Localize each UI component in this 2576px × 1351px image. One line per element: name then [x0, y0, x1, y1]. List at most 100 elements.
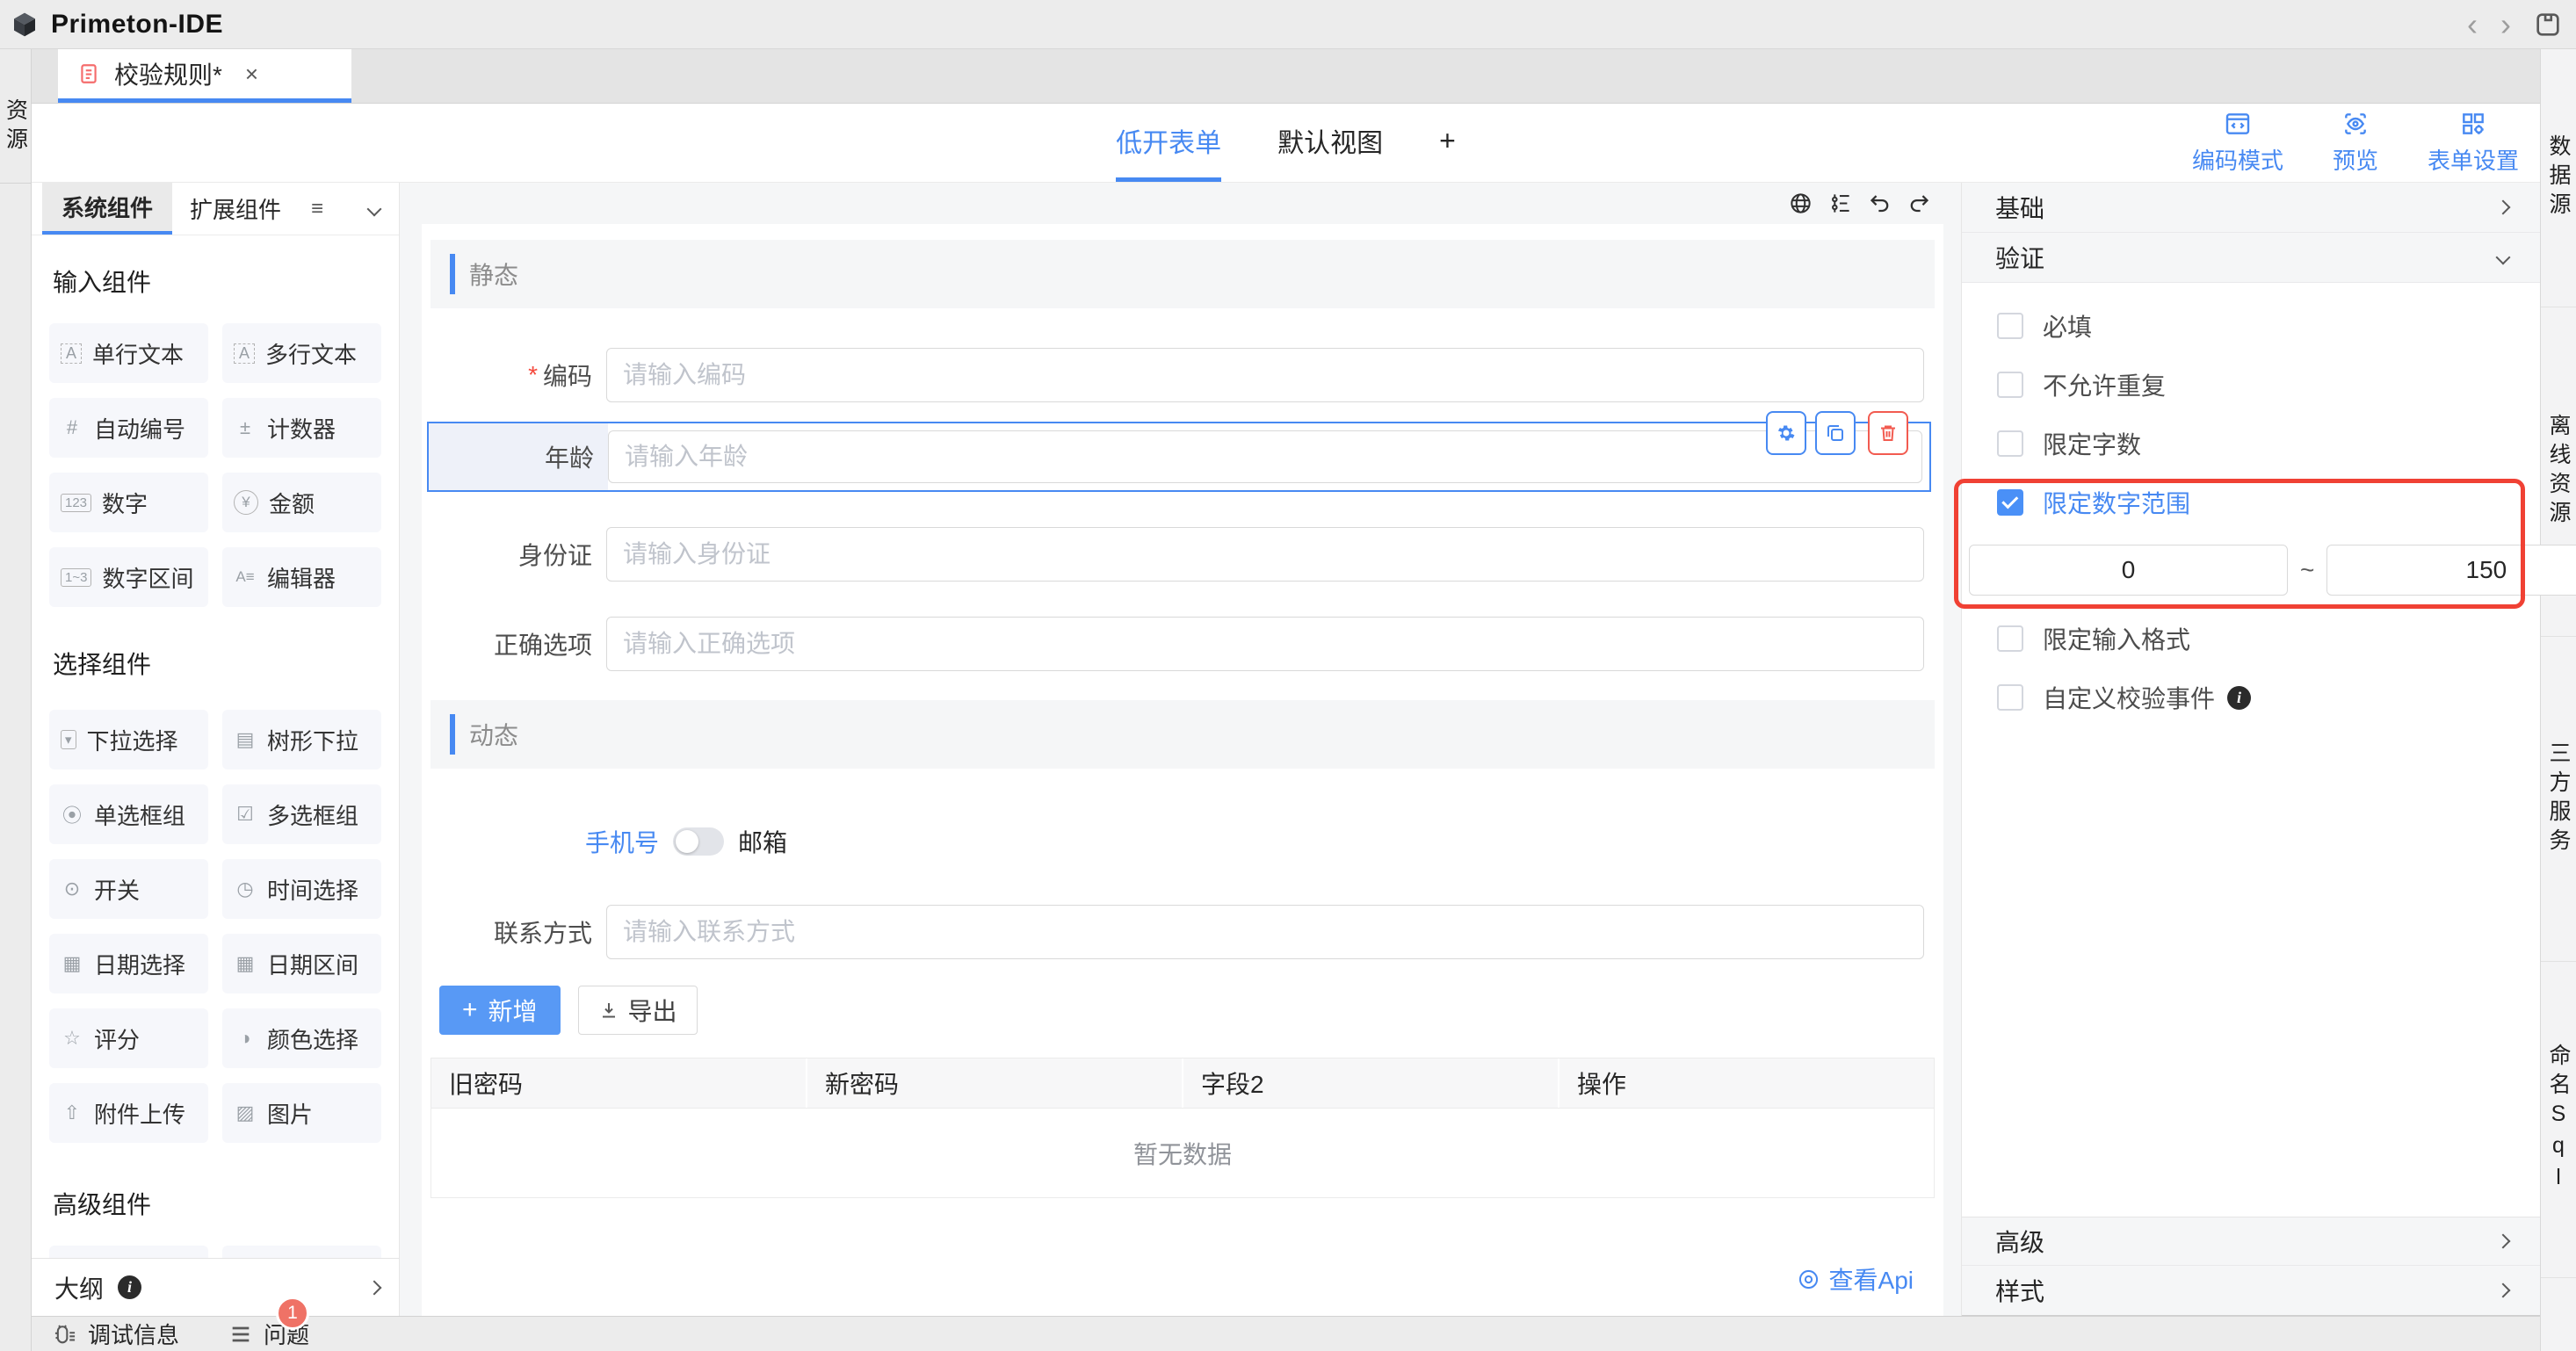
checkbox-checked-icon[interactable] — [1997, 489, 2023, 516]
dock-item-named-sql[interactable]: 命名Sql — [2541, 962, 2576, 1278]
age-input[interactable] — [608, 430, 1922, 483]
code-input[interactable] — [606, 348, 1924, 402]
tab-extension-components[interactable]: 扩展组件 — [172, 183, 299, 235]
field-row-contact[interactable]: 联系方式 — [448, 905, 1924, 959]
component-menu-icon[interactable]: ≡ — [311, 197, 323, 221]
preview-button[interactable]: 预览 — [2333, 110, 2378, 176]
phone-email-toggle[interactable] — [673, 827, 724, 856]
form-settings-button[interactable]: 表单设置 — [2428, 110, 2519, 176]
dock-item-third-party-services[interactable]: 三方服务 — [2541, 637, 2576, 962]
form-card: 静态 *编码 年龄 身份证 正确选项 动态 — [422, 224, 1943, 1316]
component-org-select[interactable]: 品机构选择 — [222, 1246, 381, 1258]
component-attachment-upload[interactable]: ⇧附件上传 — [49, 1083, 208, 1143]
checkbox-icon[interactable] — [1997, 313, 2023, 339]
toggle-option-email[interactable]: 邮箱 — [738, 824, 787, 859]
component-date-range[interactable]: ▦日期区间 — [222, 934, 381, 993]
problems-count-badge[interactable]: 1 — [276, 1297, 309, 1330]
field-row-age-selected[interactable]: 年龄 — [427, 422, 1931, 492]
checkbox-icon[interactable] — [1997, 625, 2023, 652]
checkbox-icon[interactable] — [1997, 684, 2023, 711]
field-copy-button[interactable] — [1815, 411, 1856, 455]
contact-input[interactable] — [606, 905, 1924, 959]
correct-option-input[interactable] — [606, 617, 1924, 671]
save-icon[interactable] — [2534, 11, 2562, 39]
export-button[interactable]: 导出 — [578, 986, 698, 1035]
chevron-right-icon — [2496, 200, 2511, 215]
canvas-toolbar — [400, 183, 1961, 224]
image-icon: ▨ — [234, 1102, 257, 1124]
add-view-button[interactable]: + — [1439, 104, 1456, 182]
component-checkbox-group[interactable]: ☑多选框组 — [222, 784, 381, 844]
field-delete-button[interactable] — [1868, 411, 1908, 455]
checkbox-limit-input-format[interactable]: 限定输入格式 — [1997, 621, 2540, 656]
dock-item-datasource[interactable]: 数据源 — [2541, 49, 2576, 307]
dock-item-resources[interactable]: 资源 — [0, 49, 31, 184]
undo-icon[interactable] — [1868, 191, 1892, 215]
component-editor[interactable]: A≡编辑器 — [222, 547, 381, 607]
component-multi-line-text[interactable]: A多行文本 — [222, 323, 381, 383]
component-radio-group[interactable]: ⦿单选框组 — [49, 784, 208, 844]
component-auto-number[interactable]: #自动编号 — [49, 398, 208, 458]
field-row-code[interactable]: *编码 — [448, 348, 1924, 402]
checkbox-limit-number-range[interactable]: 限定数字范围 — [1997, 485, 2540, 520]
component-number-range[interactable]: 1~3数字区间 — [49, 547, 208, 607]
range-min-input[interactable] — [1969, 545, 2288, 596]
tab-close-icon[interactable]: × — [245, 61, 258, 88]
panel-section-basic[interactable]: 基础 — [1962, 183, 2540, 233]
number-icon: 123 — [61, 494, 91, 512]
field-row-idcard[interactable]: 身份证 — [448, 527, 1924, 582]
field-label-text: 编码 — [543, 358, 592, 393]
section-static[interactable]: 静态 — [431, 240, 1935, 308]
checkbox-icon[interactable] — [1997, 430, 2023, 457]
collapse-chevron-icon[interactable] — [367, 201, 382, 216]
sub-table: 旧密码 新密码 字段2 操作 暂无数据 — [431, 1058, 1935, 1198]
panel-section-style[interactable]: 样式 — [1962, 1266, 2540, 1316]
tab-system-components[interactable]: 系统组件 — [42, 183, 172, 235]
panel-section-label: 验证 — [1995, 240, 2044, 275]
add-row-button[interactable]: +新增 — [439, 986, 561, 1035]
redo-icon[interactable] — [1907, 191, 1931, 215]
tab-default-view[interactable]: 默认视图 — [1277, 104, 1383, 182]
code-mode-button[interactable]: 编码模式 — [2192, 110, 2283, 176]
panel-section-advanced[interactable]: 高级 — [1962, 1217, 2540, 1266]
debug-info-button[interactable]: 调试信息 — [53, 1318, 179, 1350]
globe-icon[interactable] — [1789, 191, 1813, 215]
component-color-picker[interactable]: ◑颜色选择 — [222, 1008, 381, 1068]
checkbox-limit-characters[interactable]: 限定字数 — [1997, 426, 2540, 461]
nav-forward-icon[interactable]: › — [2500, 9, 2511, 40]
component-number[interactable]: 123数字 — [49, 473, 208, 532]
component-single-line-text[interactable]: A单行文本 — [49, 323, 208, 383]
phone-email-toggle-row: 手机号 邮箱 — [585, 817, 1943, 866]
checkbox-required[interactable]: 必填 — [1997, 308, 2540, 343]
component-date-picker[interactable]: ▦日期选择 — [49, 934, 208, 993]
checkbox-no-duplicates[interactable]: 不允许重复 — [1997, 367, 2540, 402]
outline-tree-icon[interactable] — [1828, 191, 1852, 215]
tab-validation-rules[interactable]: 校验规则* × — [58, 49, 351, 103]
component-amount[interactable]: ¥金额 — [222, 473, 381, 532]
component-label: 时间选择 — [267, 873, 358, 906]
idcard-input[interactable] — [606, 527, 1924, 582]
tab-lowcode-form[interactable]: 低开表单 — [1116, 104, 1221, 182]
checkbox-icon[interactable] — [1997, 372, 2023, 398]
component-rating[interactable]: ☆评分 — [49, 1008, 208, 1068]
panel-section-validation[interactable]: 验证 — [1962, 233, 2540, 283]
checkbox-custom-validation-event[interactable]: 自定义校验事件i — [1997, 680, 2540, 715]
component-switch[interactable]: ⊙开关 — [49, 859, 208, 919]
date-picker-icon: ▦ — [61, 952, 83, 975]
component-dropdown-select[interactable]: ▾下拉选择 — [49, 710, 208, 769]
outline-row[interactable]: 大纲 i — [32, 1258, 399, 1316]
component-time-picker[interactable]: ◷时间选择 — [222, 859, 381, 919]
view-api-link[interactable]: 查看Api — [1797, 1261, 1914, 1297]
toggle-option-phone[interactable]: 手机号 — [585, 824, 659, 859]
section-dynamic[interactable]: 动态 — [431, 700, 1935, 769]
info-icon[interactable]: i — [2227, 686, 2251, 710]
range-max-input[interactable] — [2326, 545, 2576, 596]
component-counter[interactable]: ±计数器 — [222, 398, 381, 458]
component-label: 单行文本 — [92, 337, 184, 370]
field-settings-button[interactable] — [1766, 411, 1806, 455]
component-tree-dropdown[interactable]: ▤树形下拉 — [222, 710, 381, 769]
nav-back-icon[interactable]: ‹ — [2467, 9, 2478, 40]
component-person-select[interactable]: ○人员选择 — [49, 1246, 208, 1258]
field-row-correct-option[interactable]: 正确选项 — [448, 617, 1924, 671]
component-image[interactable]: ▨图片 — [222, 1083, 381, 1143]
